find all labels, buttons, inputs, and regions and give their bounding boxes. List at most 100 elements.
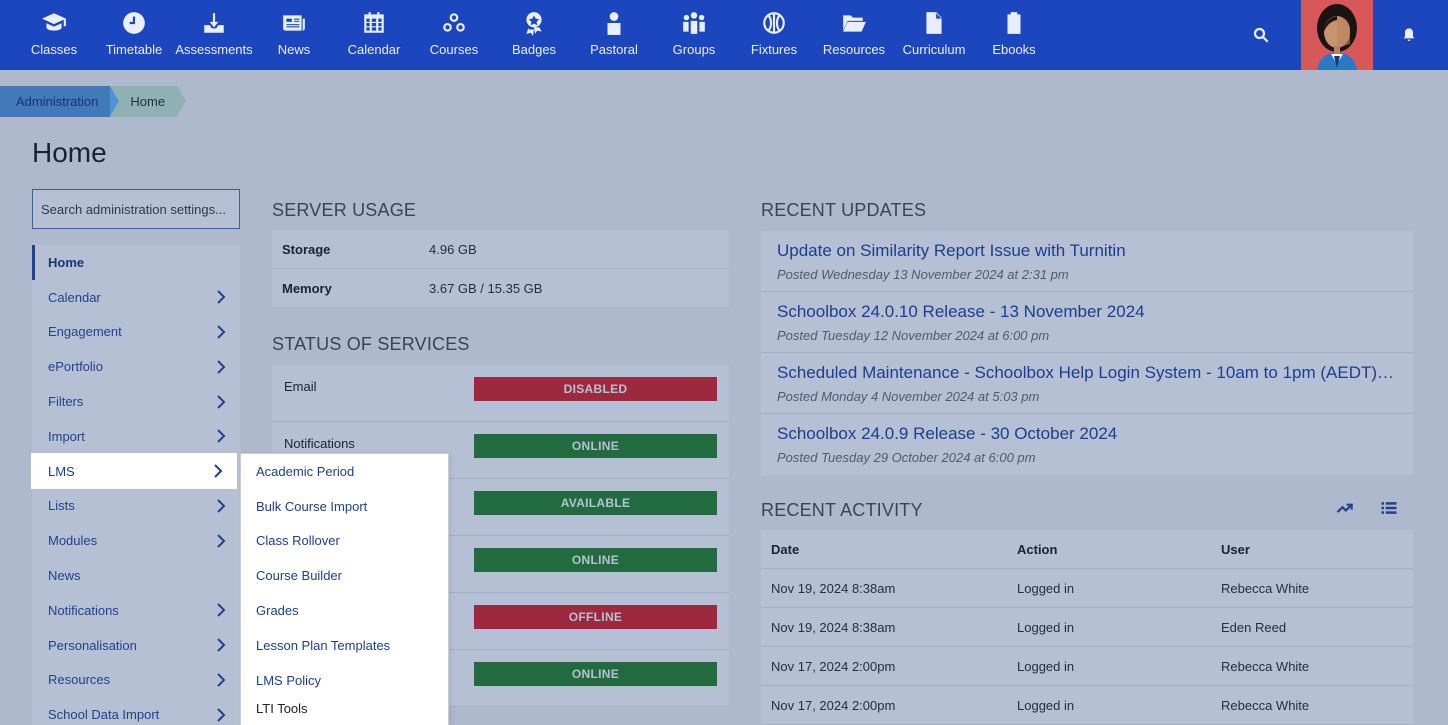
news-icon xyxy=(283,15,305,31)
nav-timetable[interactable]: Timetable xyxy=(94,0,174,70)
list-icon xyxy=(1381,502,1397,514)
submenu-item-lti-tools[interactable]: LTI Tools xyxy=(241,691,448,725)
lms-submenu: Academic Period Bulk Course Import Class… xyxy=(240,453,449,725)
sidebar-item-lists[interactable]: Lists xyxy=(32,489,240,524)
update-link[interactable]: Update on Similarity Report Issue with T… xyxy=(777,241,1397,261)
submenu-item-bulk-course-import[interactable]: Bulk Course Import xyxy=(241,489,448,524)
search-icon xyxy=(1253,27,1269,43)
services-heading: STATUS OF SERVICES xyxy=(272,334,470,354)
activity-chart-button[interactable] xyxy=(1335,498,1355,518)
activity-list-button[interactable] xyxy=(1379,498,1399,518)
top-navigation: Classes Timetable Assessments News Calen… xyxy=(0,0,1448,70)
updates-heading: RECENT UPDATES xyxy=(761,200,927,220)
nav-badges[interactable]: Badges xyxy=(494,0,574,70)
table-row: Memory 3.67 GB / 15.35 GB xyxy=(272,269,729,308)
fixtures-icon xyxy=(763,12,785,34)
chevron-right-icon xyxy=(217,360,226,374)
admin-search-input[interactable] xyxy=(32,189,240,229)
sidebar-item-home[interactable]: Home xyxy=(32,245,240,280)
list-item: Update on Similarity Report Issue with T… xyxy=(761,231,1413,292)
sidebar-item-calendar[interactable]: Calendar xyxy=(32,280,240,315)
calendar-icon xyxy=(364,12,384,33)
nav-calendar[interactable]: Calendar xyxy=(334,0,414,70)
chevron-right-icon xyxy=(217,673,226,687)
nav-fixtures[interactable]: Fixtures xyxy=(734,0,814,70)
breadcrumb-administration[interactable]: Administration xyxy=(0,86,120,117)
pastoral-icon xyxy=(607,12,621,35)
courses-icon xyxy=(443,13,465,32)
list-item: Schoolbox 24.0.10 Release - 13 November … xyxy=(761,292,1413,353)
submenu-item-class-rollover[interactable]: Class Rollover xyxy=(241,524,448,559)
sidebar-item-resources[interactable]: Resources xyxy=(32,663,240,698)
sidebar-item-personalisation[interactable]: Personalisation xyxy=(32,628,240,663)
nav-courses[interactable]: Courses xyxy=(414,0,494,70)
sidebar-item-filters[interactable]: Filters xyxy=(32,384,240,419)
breadcrumb-home: Home xyxy=(110,86,186,117)
bell-icon xyxy=(1403,28,1415,41)
nav-groups[interactable]: Groups xyxy=(654,0,734,70)
ebooks-icon xyxy=(1007,12,1021,34)
nav-curriculum[interactable]: Curriculum xyxy=(894,0,974,70)
nav-assessments[interactable]: Assessments xyxy=(174,0,254,70)
resources-icon xyxy=(843,15,866,32)
status-badge: ONLINE xyxy=(474,434,717,458)
activity-view-toggles xyxy=(1335,498,1399,518)
notifications-button[interactable] xyxy=(1394,20,1424,50)
page-title: Home xyxy=(32,137,107,168)
updates-list: Update on Similarity Report Issue with T… xyxy=(761,231,1413,475)
submenu-item-course-builder[interactable]: Course Builder xyxy=(241,558,448,593)
status-badge: DISABLED xyxy=(474,377,717,401)
update-link[interactable]: Schoolbox 24.0.10 Release - 13 November … xyxy=(777,302,1397,322)
chevron-right-icon xyxy=(217,534,226,548)
table-row: Storage 4.96 GB xyxy=(272,230,729,269)
submenu-item-lesson-plan-templates[interactable]: Lesson Plan Templates xyxy=(241,628,448,663)
chevron-right-icon xyxy=(217,638,226,652)
badges-icon xyxy=(526,12,542,36)
assessments-icon xyxy=(204,13,224,33)
chevron-right-icon xyxy=(217,325,226,339)
sidebar-item-notifications[interactable]: Notifications xyxy=(32,593,240,628)
classes-icon xyxy=(42,13,66,31)
table-row: Nov 17, 2024 2:00pm Logged in Rebecca Wh… xyxy=(761,686,1413,725)
status-badge: OFFLINE xyxy=(474,605,717,629)
nav-ebooks[interactable]: Ebooks xyxy=(974,0,1054,70)
submenu-item-grades[interactable]: Grades xyxy=(241,593,448,628)
sidebar-item-import[interactable]: Import xyxy=(32,419,240,454)
nav-news[interactable]: News xyxy=(254,0,334,70)
curriculum-icon xyxy=(926,12,942,34)
chevron-right-icon xyxy=(217,499,226,513)
table-header: Date Action User xyxy=(761,530,1413,569)
breadcrumb: Administration Home xyxy=(0,86,186,117)
submenu-item-academic-period[interactable]: Academic Period xyxy=(241,454,448,489)
chevron-right-icon xyxy=(217,429,226,444)
chevron-right-icon xyxy=(217,394,226,409)
status-badge: ONLINE xyxy=(474,548,717,572)
server-usage-heading: SERVER USAGE xyxy=(272,200,417,220)
chevron-right-icon xyxy=(217,603,226,618)
table-row: Nov 19, 2024 8:38am Logged in Rebecca Wh… xyxy=(761,569,1413,608)
list-item: Scheduled Maintenance - Schoolbox Help L… xyxy=(761,353,1413,414)
user-avatar[interactable] xyxy=(1301,0,1373,70)
sidebar-item-engagement[interactable]: Engagement xyxy=(32,315,240,350)
service-row: Email DISABLED xyxy=(272,365,729,422)
status-badge: ONLINE xyxy=(474,662,717,686)
table-row: Nov 17, 2024 2:00pm Logged in Rebecca Wh… xyxy=(761,647,1413,686)
chevron-right-icon xyxy=(214,464,223,478)
global-search-button[interactable] xyxy=(1244,18,1278,52)
timetable-icon xyxy=(123,12,145,34)
sidebar-item-school-data-import[interactable]: School Data Import xyxy=(32,697,240,725)
chevron-right-icon xyxy=(217,290,226,304)
sidebar-item-news[interactable]: News xyxy=(32,558,240,593)
trending-up-icon xyxy=(1336,503,1353,513)
activity-heading: RECENT ACTIVITY xyxy=(761,500,923,520)
update-link[interactable]: Scheduled Maintenance - Schoolbox Help L… xyxy=(777,363,1397,383)
sidebar-item-eportfolio[interactable]: ePortfolio xyxy=(32,349,240,384)
chevron-right-icon xyxy=(217,708,226,722)
update-link[interactable]: Schoolbox 24.0.9 Release - 30 October 20… xyxy=(777,424,1397,444)
list-item: Schoolbox 24.0.9 Release - 30 October 20… xyxy=(761,414,1413,475)
nav-pastoral[interactable]: Pastoral xyxy=(574,0,654,70)
sidebar-item-lms[interactable]: LMS xyxy=(31,453,237,489)
sidebar-item-modules[interactable]: Modules xyxy=(32,523,240,558)
nav-resources[interactable]: Resources xyxy=(814,0,894,70)
nav-classes[interactable]: Classes xyxy=(14,0,94,70)
